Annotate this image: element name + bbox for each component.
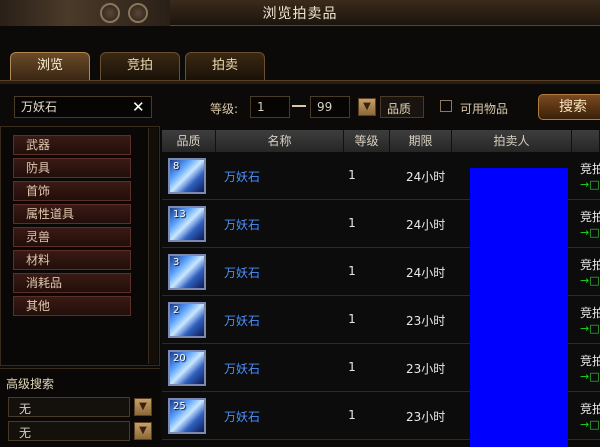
category-panel: 武器 防具 首饰 属性道具 灵兽 材料 消耗品 其他: [0, 126, 160, 366]
item-quantity: 13: [173, 209, 186, 220]
bid-arrow-icon[interactable]: →□: [580, 370, 600, 383]
bid-label[interactable]: 竞拍: [580, 352, 600, 369]
bid-arrow-icon[interactable]: →□: [580, 226, 600, 239]
title-bar: 浏览拍卖品: [0, 0, 600, 26]
item-name[interactable]: 万妖石: [224, 264, 260, 281]
column-header-quality[interactable]: 品质: [162, 130, 216, 152]
quality-select[interactable]: 品质: [380, 96, 424, 118]
bid-label[interactable]: 竞拍: [580, 304, 600, 321]
item-quantity: 8: [173, 161, 180, 172]
column-header-seller[interactable]: 拍卖人: [452, 130, 572, 152]
item-name[interactable]: 万妖石: [224, 408, 260, 425]
advanced-search-title: 高级搜索: [6, 377, 55, 391]
item-duration: 23小时: [406, 410, 446, 424]
item-quantity: 20: [173, 353, 186, 364]
quality-dropdown-icon[interactable]: ▼: [358, 98, 376, 116]
tab-bid[interactable]: 竞拍: [100, 52, 180, 80]
bid-label[interactable]: 竞拍: [580, 256, 600, 273]
bid-label[interactable]: 竞拍: [580, 160, 600, 177]
item-level: 1: [348, 216, 356, 230]
item-name[interactable]: 万妖石: [224, 360, 260, 377]
category-attribute[interactable]: 属性道具: [13, 204, 131, 224]
item-duration: 23小时: [406, 362, 446, 376]
item-thumbnail[interactable]: 2: [168, 302, 206, 338]
item-duration: 24小时: [406, 170, 446, 184]
category-pet[interactable]: 灵兽: [13, 227, 131, 247]
item-level: 1: [348, 360, 356, 374]
tab-browse[interactable]: 浏览: [10, 52, 90, 80]
level-min-input[interactable]: 1: [250, 96, 290, 118]
column-header-duration[interactable]: 期限: [390, 130, 452, 152]
item-level: 1: [348, 312, 356, 326]
tab-strip: [0, 80, 600, 84]
item-level: 1: [348, 168, 356, 182]
item-duration: 24小时: [406, 218, 446, 232]
advanced-filter-2-dropdown-icon[interactable]: ▼: [134, 422, 152, 440]
bid-arrow-icon[interactable]: →□: [580, 322, 600, 335]
clear-icon[interactable]: ✕: [132, 98, 145, 116]
category-other[interactable]: 其他: [13, 296, 131, 316]
column-header-action: [572, 130, 600, 152]
search-row: 万妖石 ✕ 等级: 1 99 ▼ 品质 可用物品 搜索: [0, 92, 600, 122]
category-consumable[interactable]: 消耗品: [13, 273, 131, 293]
category-weapon[interactable]: 武器: [13, 135, 131, 155]
usable-label: 可用物品: [460, 102, 509, 116]
advanced-filter-1[interactable]: 无: [8, 397, 130, 417]
level-label: 等级:: [210, 102, 239, 116]
bid-arrow-icon[interactable]: →□: [580, 274, 600, 287]
column-header-name[interactable]: 名称: [216, 130, 344, 152]
item-quantity: 25: [173, 401, 186, 412]
item-quantity: 2: [173, 305, 180, 316]
category-scrollbar[interactable]: [148, 128, 158, 364]
item-thumbnail[interactable]: 25: [168, 398, 206, 434]
item-level: 1: [348, 264, 356, 278]
usable-checkbox[interactable]: [440, 100, 452, 112]
level-dash: [292, 105, 306, 107]
category-material[interactable]: 材料: [13, 250, 131, 270]
tab-auction[interactable]: 拍卖: [185, 52, 265, 80]
advanced-filter-1-dropdown-icon[interactable]: ▼: [134, 398, 152, 416]
item-thumbnail[interactable]: 8: [168, 158, 206, 194]
item-thumbnail[interactable]: 13: [168, 206, 206, 242]
item-quantity: 3: [173, 257, 180, 268]
advanced-filter-2[interactable]: 无: [8, 421, 130, 441]
item-name[interactable]: 万妖石: [224, 216, 260, 233]
bid-arrow-icon[interactable]: →□: [580, 178, 600, 191]
item-name[interactable]: 万妖石: [224, 168, 260, 185]
item-thumbnail[interactable]: 3: [168, 254, 206, 290]
item-duration: 24小时: [406, 266, 446, 280]
category-jewelry[interactable]: 首饰: [13, 181, 131, 201]
bid-label[interactable]: 竞拍: [580, 400, 600, 417]
item-thumbnail[interactable]: 20: [168, 350, 206, 386]
item-level: 1: [348, 408, 356, 422]
bid-label[interactable]: 竞拍: [580, 208, 600, 225]
window-title: 浏览拍卖品: [262, 6, 338, 22]
category-armor[interactable]: 防具: [13, 158, 131, 178]
bid-arrow-icon[interactable]: →□: [580, 418, 600, 431]
item-duration: 23小时: [406, 314, 446, 328]
column-header-level[interactable]: 等级: [344, 130, 390, 152]
results-table: 品质 名称 等级 期限 拍卖人 8 万妖石 1 24小时 竞拍 →□ 13 万妖…: [162, 130, 600, 447]
search-button[interactable]: 搜索: [538, 94, 600, 120]
level-max-input[interactable]: 99: [310, 96, 350, 118]
advanced-search-panel: 高级搜索 无 ▼ 无 ▼: [0, 368, 160, 447]
seller-redaction: [470, 168, 568, 447]
item-name[interactable]: 万妖石: [224, 312, 260, 329]
